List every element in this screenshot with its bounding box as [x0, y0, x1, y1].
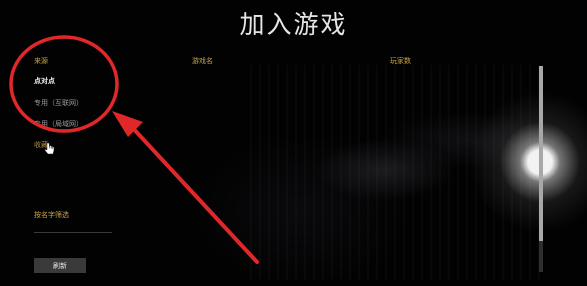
- sidebar-item-dedicated-lan[interactable]: 专用（局域网）: [34, 119, 83, 129]
- column-header-players[interactable]: 玩家数: [390, 56, 411, 66]
- column-header-game-name[interactable]: 游戏名: [192, 56, 213, 66]
- background-stripes: [250, 65, 540, 280]
- sidebar-item-dedicated-internet[interactable]: 专用（互联网）: [34, 98, 83, 108]
- column-header-source: 来源: [34, 57, 48, 65]
- refresh-button[interactable]: 刷新: [34, 258, 86, 273]
- scrollbar-thumb[interactable]: [539, 66, 543, 241]
- sidebar-item-p2p[interactable]: 点对点: [34, 76, 55, 86]
- filter-by-name-label: 按名字筛选: [34, 211, 69, 219]
- filter-input[interactable]: [34, 232, 112, 233]
- hand-cursor-icon: [44, 142, 55, 155]
- page-title: 加入游戏: [239, 10, 348, 39]
